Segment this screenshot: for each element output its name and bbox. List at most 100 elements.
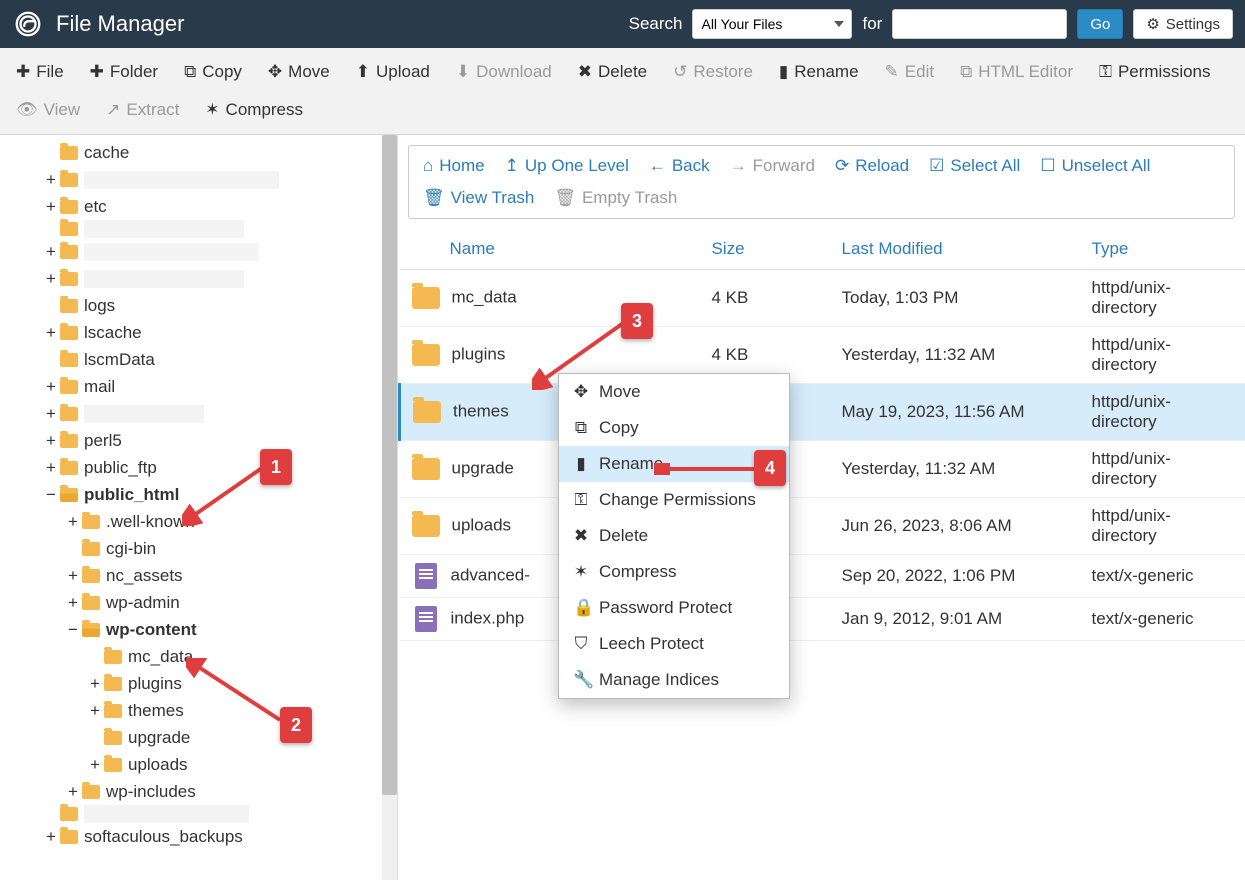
table-body: mc_data4 KBToday, 1:03 PMhttpd/unix-dire… <box>400 270 1245 641</box>
tree-toggle-icon[interactable]: + <box>66 778 80 805</box>
column-last-modified[interactable]: Last Modified <box>830 229 1080 270</box>
toolbar-label: Download <box>476 62 552 82</box>
tree-node-.well-known[interactable]: +.well-known <box>0 508 397 535</box>
tree-node-lscache[interactable]: +lscache <box>0 319 397 346</box>
tree-node-upgrade[interactable]: upgrade <box>0 724 397 751</box>
tree-node-public_ftp[interactable]: +public_ftp <box>0 454 397 481</box>
toolbar-rename-button[interactable]: ▮Rename <box>767 54 871 90</box>
tree-node-lscmData[interactable]: lscmData <box>0 346 397 373</box>
scrollbar-thumb[interactable] <box>382 135 397 795</box>
table-row[interactable]: mc_data4 KBToday, 1:03 PMhttpd/unix-dire… <box>400 270 1245 327</box>
file-type: httpd/unix-directory <box>1080 441 1245 498</box>
tree-node-wp-includes[interactable]: +wp-includes <box>0 778 397 805</box>
content-select-all-button[interactable]: ☑Select All <box>929 156 1020 176</box>
content-view-trash-button[interactable]: 🗑View Trash <box>423 188 534 208</box>
tree-toggle-icon[interactable]: + <box>66 562 80 589</box>
tree-node-mc_data[interactable]: mc_data <box>0 643 397 670</box>
tree-toggle-icon[interactable]: + <box>44 319 58 346</box>
search-scope-select[interactable]: All Your Files <box>692 9 852 39</box>
table-row[interactable]: upgradeYesterday, 11:32 AMhttpd/unix-dir… <box>400 441 1245 498</box>
content-unselect-all-button[interactable]: ☐Unselect All <box>1040 156 1150 176</box>
go-button[interactable]: Go <box>1077 9 1123 39</box>
tree-toggle-icon[interactable]: + <box>44 193 58 220</box>
toolbar-copy-button[interactable]: ⧉Copy <box>172 54 254 90</box>
tree-toggle-icon[interactable]: − <box>66 616 80 643</box>
toolbar-upload-button[interactable]: ⬆Upload <box>344 54 442 90</box>
tree-node-wp-admin[interactable]: +wp-admin <box>0 589 397 616</box>
table-row[interactable]: plugins4 KBYesterday, 11:32 AMhttpd/unix… <box>400 327 1245 384</box>
tree-node-redacted[interactable]: + <box>0 166 397 193</box>
context-leech-protect-item[interactable]: ⛉Leech Protect <box>559 626 789 662</box>
tree-toggle-icon[interactable]: + <box>66 508 80 535</box>
tree-node-cgi-bin[interactable]: cgi-bin <box>0 535 397 562</box>
context-delete-item[interactable]: ✖Delete <box>559 518 789 554</box>
tree-toggle-icon[interactable]: + <box>44 823 58 850</box>
toolbar-label: HTML Editor <box>978 62 1073 82</box>
tree-toggle-icon[interactable]: + <box>44 427 58 454</box>
tree-node-mail[interactable]: +mail <box>0 373 397 400</box>
context-password-protect-item[interactable]: 🔒Password Protect <box>559 590 789 626</box>
tree-toggle-icon[interactable]: + <box>44 166 58 193</box>
tree-node-redacted[interactable]: + <box>0 265 397 292</box>
toolbar-delete-button[interactable]: ✖Delete <box>566 54 659 90</box>
content-back-button[interactable]: ←Back <box>649 156 710 176</box>
tree-toggle-icon[interactable]: + <box>44 400 58 427</box>
tree-node-cache[interactable]: cache <box>0 139 397 166</box>
toolbar-file-button[interactable]: ✚File <box>4 54 76 90</box>
tree-node-redacted[interactable] <box>0 805 397 823</box>
tree-toggle-icon[interactable]: − <box>44 481 58 508</box>
rename-icon: ▮ <box>573 454 589 474</box>
tree-toggle-icon[interactable]: + <box>44 373 58 400</box>
context-change-permissions-item[interactable]: ⚿Change Permissions <box>559 482 789 518</box>
folder-icon <box>104 704 122 718</box>
toolbar-label: View <box>44 100 81 120</box>
tree-node-wp-content[interactable]: −wp-content <box>0 616 397 643</box>
tree-node-etc[interactable]: +etc <box>0 193 397 220</box>
file-type: httpd/unix-directory <box>1080 270 1245 327</box>
context-move-item[interactable]: ✥Move <box>559 374 789 410</box>
tree-toggle-icon[interactable]: + <box>66 589 80 616</box>
table-row[interactable]: themesMay 19, 2023, 11:56 AMhttpd/unix-d… <box>400 384 1245 441</box>
tree-node-redacted[interactable]: + <box>0 400 397 427</box>
column-size[interactable]: Size <box>700 229 830 270</box>
toolbar-permissions-button[interactable]: ⚿Permissions <box>1087 54 1223 90</box>
column-name[interactable]: Name <box>400 229 700 270</box>
file-modified: Yesterday, 11:32 AM <box>830 327 1080 384</box>
toolbar-folder-button[interactable]: ✚Folder <box>78 54 170 90</box>
scrollbar[interactable] <box>382 135 397 880</box>
context-compress-item[interactable]: ✶Compress <box>559 554 789 590</box>
content-home-button[interactable]: ⌂Home <box>423 156 485 176</box>
tree-node-softaculous_backups[interactable]: +softaculous_backups <box>0 823 397 850</box>
tree-node-themes[interactable]: +themes <box>0 697 397 724</box>
tree-toggle-icon[interactable]: + <box>44 265 58 292</box>
content-reload-button[interactable]: ⟳Reload <box>835 156 909 176</box>
context-menu-label: Change Permissions <box>599 490 756 510</box>
table-row[interactable]: index.phpJan 9, 2012, 9:01 AMtext/x-gene… <box>400 598 1245 641</box>
tree-node-uploads[interactable]: +uploads <box>0 751 397 778</box>
tree-node-redacted[interactable]: + <box>0 238 397 265</box>
tree-node-public_html[interactable]: −public_html <box>0 481 397 508</box>
tree-node-redacted[interactable] <box>0 220 397 238</box>
tree-toggle-icon[interactable]: + <box>88 751 102 778</box>
settings-button[interactable]: ⚙ Settings <box>1133 9 1233 39</box>
toolbar-compress-button[interactable]: ✶Compress <box>193 92 315 128</box>
redacted-label <box>84 243 259 261</box>
search-input[interactable] <box>892 9 1067 39</box>
folder-icon <box>60 434 78 448</box>
tree-toggle-icon[interactable]: + <box>44 238 58 265</box>
table-row[interactable]: uploadsJun 26, 2023, 8:06 AMhttpd/unix-d… <box>400 498 1245 555</box>
context-copy-item[interactable]: ⧉Copy <box>559 410 789 446</box>
column-type[interactable]: Type <box>1080 229 1245 270</box>
context-manage-indices-item[interactable]: 🔧Manage Indices <box>559 662 789 698</box>
tree-node-perl5[interactable]: +perl5 <box>0 427 397 454</box>
tree-node-plugins[interactable]: +plugins <box>0 670 397 697</box>
tree-toggle-icon[interactable]: + <box>88 697 102 724</box>
lock-icon: 🔒 <box>573 598 589 618</box>
tree-toggle-icon[interactable]: + <box>88 670 102 697</box>
table-row[interactable]: advanced-Sep 20, 2022, 1:06 PMtext/x-gen… <box>400 555 1245 598</box>
content-up-one-level-button[interactable]: ↥Up One Level <box>505 156 629 176</box>
tree-node-nc_assets[interactable]: +nc_assets <box>0 562 397 589</box>
tree-node-logs[interactable]: logs <box>0 292 397 319</box>
toolbar-move-button[interactable]: ✥Move <box>256 54 342 90</box>
tree-toggle-icon[interactable]: + <box>44 454 58 481</box>
